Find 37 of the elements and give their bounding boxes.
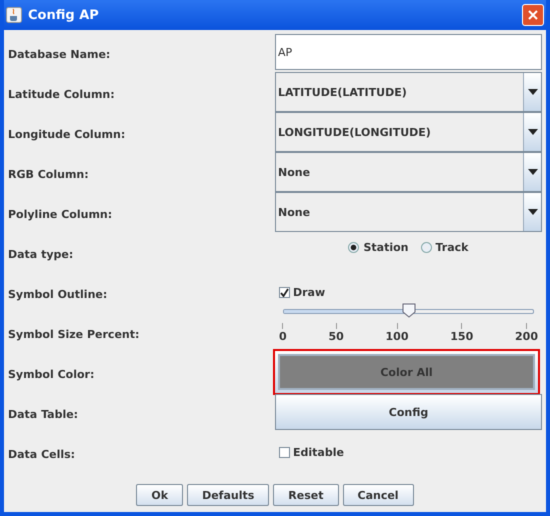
field-label: Longitude Column: — [8, 126, 126, 140]
text-field[interactable]: AP — [275, 34, 542, 70]
field-label: RGB Column: — [8, 166, 90, 180]
field-label: Data Table: — [8, 406, 80, 420]
tick-label: 150 — [450, 323, 474, 342]
dropdown[interactable]: LATITUDE(LATITUDE) — [275, 72, 542, 112]
window-title: Config AP — [28, 8, 100, 22]
slider[interactable] — [283, 303, 534, 319]
close-button[interactable] — [522, 4, 544, 26]
dialog-button[interactable]: Defaults — [187, 484, 270, 506]
field-label: Database Name: — [8, 46, 112, 60]
java-cup-icon — [6, 7, 22, 23]
tick-label: 100 — [386, 323, 408, 342]
dialog-button[interactable]: Cancel — [342, 484, 414, 506]
dropdown[interactable]: None — [275, 152, 542, 192]
field-label: Symbol Outline: — [8, 286, 108, 300]
checkmark-icon — [280, 288, 289, 296]
slider-thumb[interactable] — [402, 303, 416, 318]
field-label: Data type: — [8, 246, 74, 260]
radio-button[interactable]: Track — [420, 240, 468, 254]
field-label: Data Cells: — [8, 446, 76, 460]
dropdown[interactable]: None — [275, 192, 542, 232]
field-label: Symbol Color: — [8, 366, 96, 380]
close-icon — [527, 9, 539, 21]
field-label: Latitude Column: — [8, 86, 116, 100]
checkbox[interactable]: Draw — [275, 286, 326, 298]
tick-label: 0 — [279, 323, 287, 342]
config-button[interactable]: Config — [275, 394, 542, 430]
checkbox[interactable]: Editable — [275, 446, 344, 458]
dropdown[interactable]: LONGITUDE(LONGITUDE) — [275, 112, 542, 152]
dialog-button[interactable]: Ok — [136, 484, 184, 506]
dialog-button[interactable]: Reset — [273, 484, 338, 506]
radio-button[interactable]: Station — [348, 240, 409, 254]
field-label: Symbol Size Percent: — [8, 326, 140, 340]
field-label: Polyline Column: — [8, 206, 114, 220]
tick-label: 50 — [328, 323, 344, 342]
tick-label: 200 — [515, 323, 538, 342]
